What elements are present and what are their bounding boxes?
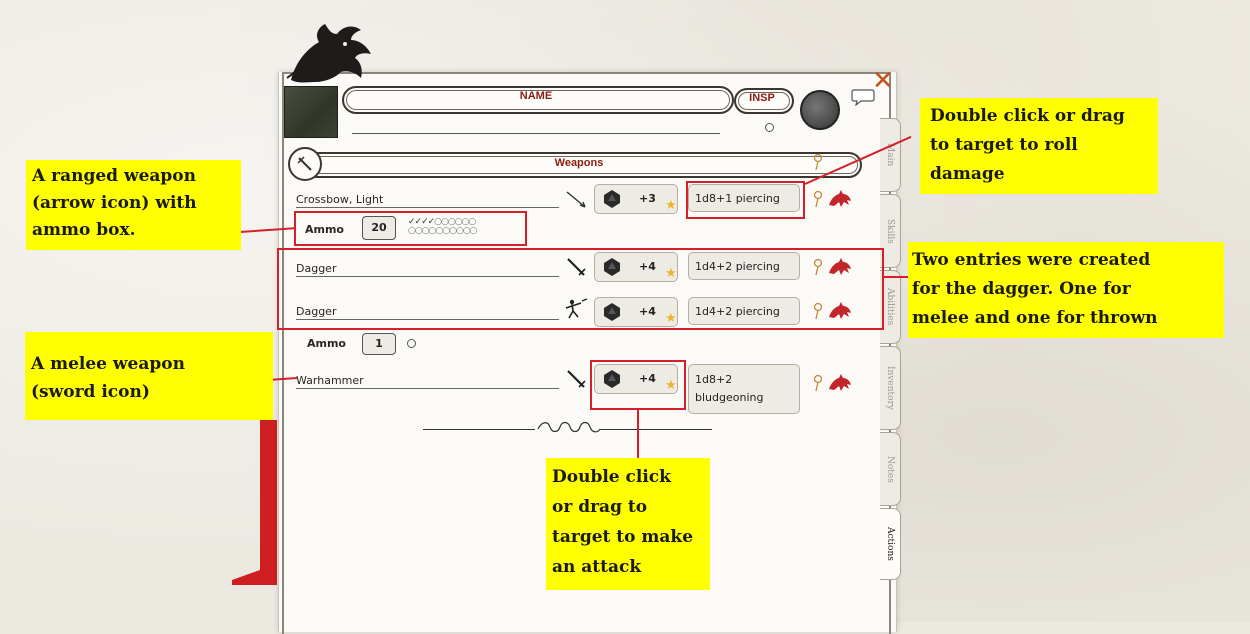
character-portrait[interactable] [284, 86, 338, 138]
key-icon[interactable] [812, 190, 824, 208]
callout-ranged-weapon: A ranged weapon (arrow icon) with ammo b… [26, 160, 241, 250]
dagger-highlight-box [277, 248, 884, 330]
section-divider [423, 429, 535, 430]
weapon-underline [296, 207, 559, 208]
key-icon[interactable] [812, 374, 824, 392]
weapon-name[interactable]: Crossbow, Light [296, 193, 383, 206]
callout-damage-roll: Double click or drag to target to roll d… [920, 98, 1158, 194]
ammo-highlight-box [294, 211, 527, 246]
star-icon: ★ [665, 198, 677, 213]
damage-roll-button[interactable]: 1d8+2 bludgeoning [688, 364, 800, 414]
ammo-label: Ammo [307, 337, 346, 350]
callout-leader-line [637, 410, 639, 458]
tab-inventory[interactable]: Inventory [880, 346, 901, 430]
dragon-roll-icon[interactable] [827, 373, 853, 393]
callout-attack-roll: Double click or drag to target to make a… [546, 458, 710, 590]
inspiration-label: INSP [749, 92, 775, 104]
attack-bonus: +3 [639, 192, 656, 205]
tab-main[interactable]: Main [880, 118, 901, 192]
damage-highlight-box [686, 181, 805, 219]
damage-type: bludgeoning [695, 391, 764, 404]
name-underline [352, 133, 720, 134]
weapons-section-title: Weapons [554, 157, 604, 169]
dragon-logo-icon [286, 24, 371, 83]
red-banner [232, 420, 277, 585]
tab-actions[interactable]: Actions [880, 508, 901, 580]
damage-dice: 1d8+2 [695, 373, 733, 386]
key-icon[interactable] [812, 153, 824, 171]
side-tab-bar: Main Skills Abilities Inventory Notes Ac… [880, 118, 902, 580]
flourish-icon [537, 421, 601, 433]
sword-icon [567, 370, 586, 388]
name-label: NAME [519, 90, 553, 102]
dragon-roll-icon[interactable] [827, 189, 853, 209]
inspiration-checkbox[interactable] [765, 123, 774, 132]
tab-notes[interactable]: Notes [880, 432, 901, 506]
callout-melee-weapon: A melee weapon (sword icon) [25, 332, 273, 420]
weapon-name[interactable]: Warhammer [296, 374, 364, 387]
ammo-tracker-checkbox[interactable] [407, 339, 416, 348]
attack-highlight-box [590, 360, 686, 410]
attack-roll-button[interactable]: +3 ★ [594, 184, 678, 214]
close-icon[interactable]: ✕ [872, 68, 896, 94]
arrow-icon [566, 191, 586, 208]
d20-icon [604, 190, 620, 208]
weapon-underline [296, 388, 559, 389]
callout-dagger-entries: Two entries were created for the dagger.… [908, 242, 1224, 338]
ammo-count-field[interactable]: 1 [362, 333, 396, 355]
status-token[interactable] [800, 90, 840, 130]
section-divider [600, 429, 712, 430]
